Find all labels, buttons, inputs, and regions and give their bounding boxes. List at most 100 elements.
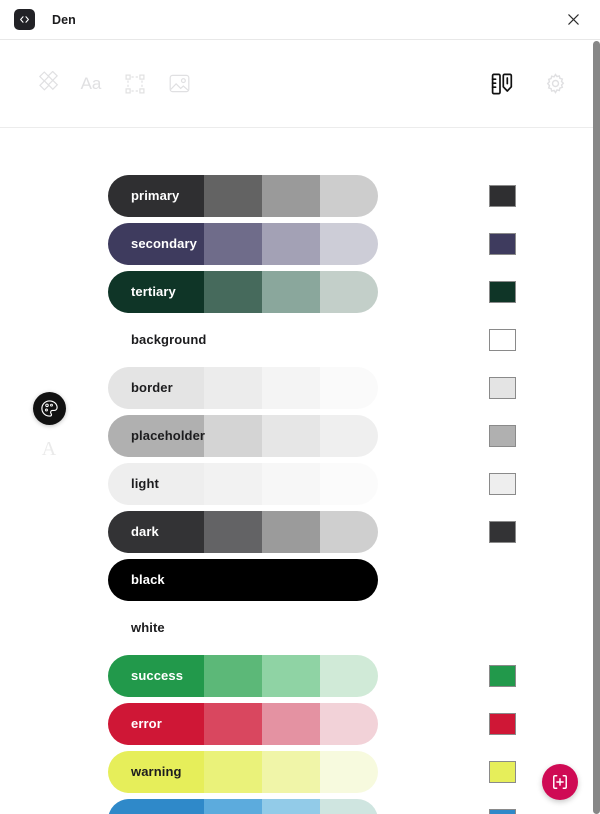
color-shade-swatch[interactable]	[262, 223, 320, 265]
color-shade-swatch[interactable]	[204, 511, 262, 553]
color-shade-swatch[interactable]	[320, 511, 378, 553]
color-shade-swatch[interactable]	[108, 223, 204, 265]
gear-icon[interactable]	[540, 69, 570, 99]
palette-row[interactable]: success	[0, 652, 593, 700]
color-palette-icon[interactable]	[32, 392, 66, 425]
color-preview-swatch[interactable]	[489, 809, 516, 814]
color-ramp[interactable]: primary	[108, 175, 378, 217]
color-shade-swatch[interactable]	[262, 655, 320, 697]
palette-row[interactable]: dark	[0, 508, 593, 556]
color-preview-swatch[interactable]	[489, 713, 516, 735]
color-shade-swatch[interactable]	[204, 799, 262, 814]
color-ramp[interactable]: dark	[108, 511, 378, 553]
palette-row[interactable]: primary	[0, 172, 593, 220]
ruler-pen-icon[interactable]	[488, 69, 518, 99]
color-shade-swatch[interactable]	[320, 271, 378, 313]
color-shade-swatch[interactable]	[320, 655, 378, 697]
color-shade-swatch[interactable]	[320, 415, 378, 457]
color-shade-swatch[interactable]	[320, 367, 378, 409]
color-shade-swatch[interactable]	[108, 607, 378, 649]
color-shade-swatch[interactable]	[108, 175, 204, 217]
color-shade-swatch[interactable]	[204, 271, 262, 313]
color-ramp[interactable]: placeholder	[108, 415, 378, 457]
color-preview-swatch[interactable]	[489, 185, 516, 207]
components-icon[interactable]	[32, 69, 62, 99]
palette-row[interactable]: error	[0, 700, 593, 748]
color-shade-swatch[interactable]	[108, 559, 378, 601]
color-shade-swatch[interactable]	[262, 367, 320, 409]
color-ramp[interactable]: light	[108, 463, 378, 505]
color-shade-swatch[interactable]	[108, 511, 204, 553]
color-shade-swatch[interactable]	[204, 367, 262, 409]
color-preview-swatch[interactable]	[489, 521, 516, 543]
color-shade-swatch[interactable]	[262, 271, 320, 313]
palette-row[interactable]: black	[0, 556, 593, 604]
color-preview-swatch[interactable]	[489, 665, 516, 687]
color-shade-swatch[interactable]	[204, 415, 262, 457]
add-bracket-plus-icon[interactable]	[542, 764, 578, 800]
color-shade-swatch[interactable]	[262, 415, 320, 457]
color-preview-swatch[interactable]	[489, 233, 516, 255]
color-ramp[interactable]: secondary	[108, 223, 378, 265]
color-shade-swatch[interactable]	[320, 223, 378, 265]
color-shade-swatch[interactable]	[108, 703, 204, 745]
color-shade-swatch[interactable]	[262, 799, 320, 814]
color-shade-swatch[interactable]	[108, 415, 204, 457]
palette-row[interactable]: placeholder	[0, 412, 593, 460]
color-preview-swatch[interactable]	[489, 761, 516, 783]
color-shade-swatch[interactable]	[320, 175, 378, 217]
palette-row[interactable]: warning	[0, 748, 593, 796]
color-shade-swatch[interactable]	[108, 799, 204, 814]
frame-icon[interactable]	[120, 69, 150, 99]
color-shade-swatch[interactable]	[320, 751, 378, 793]
typography-rail-button[interactable]: A	[42, 439, 56, 459]
color-ramp[interactable]: background	[108, 319, 378, 361]
scrollbar-thumb[interactable]	[593, 41, 600, 814]
palette-row[interactable]: secondary	[0, 220, 593, 268]
color-shade-swatch[interactable]	[262, 751, 320, 793]
color-shade-swatch[interactable]	[108, 751, 204, 793]
color-ramp[interactable]	[108, 799, 378, 814]
color-shade-swatch[interactable]	[204, 223, 262, 265]
color-ramp[interactable]: white	[108, 607, 378, 649]
color-shade-swatch[interactable]	[204, 751, 262, 793]
color-shade-swatch[interactable]	[108, 319, 204, 361]
palette-row[interactable]: white	[0, 604, 593, 652]
color-shade-swatch[interactable]	[320, 463, 378, 505]
color-ramp[interactable]: tertiary	[108, 271, 378, 313]
color-shade-swatch[interactable]	[204, 463, 262, 505]
color-shade-swatch[interactable]	[262, 319, 320, 361]
color-shade-swatch[interactable]	[204, 655, 262, 697]
color-shade-swatch[interactable]	[262, 175, 320, 217]
color-preview-swatch[interactable]	[489, 473, 516, 495]
color-shade-swatch[interactable]	[262, 703, 320, 745]
color-preview-swatch[interactable]	[489, 425, 516, 447]
color-ramp[interactable]: black	[108, 559, 378, 601]
color-shade-swatch[interactable]	[204, 319, 262, 361]
vertical-scrollbar[interactable]	[593, 41, 600, 814]
color-ramp[interactable]: error	[108, 703, 378, 745]
close-icon[interactable]	[560, 7, 586, 33]
color-shade-swatch[interactable]	[204, 175, 262, 217]
color-shade-swatch[interactable]	[108, 271, 204, 313]
color-shade-swatch[interactable]	[108, 367, 204, 409]
color-preview-swatch[interactable]	[489, 377, 516, 399]
palette-row[interactable]: background	[0, 316, 593, 364]
color-shade-swatch[interactable]	[320, 703, 378, 745]
color-shade-swatch[interactable]	[108, 463, 204, 505]
color-shade-swatch[interactable]	[320, 799, 378, 814]
color-shade-swatch[interactable]	[320, 319, 378, 361]
color-ramp[interactable]: warning	[108, 751, 378, 793]
color-shade-swatch[interactable]	[262, 463, 320, 505]
color-preview-swatch[interactable]	[489, 329, 516, 351]
color-ramp[interactable]: success	[108, 655, 378, 697]
palette-row[interactable]: border	[0, 364, 593, 412]
color-ramp[interactable]: border	[108, 367, 378, 409]
palette-row[interactable]: light	[0, 460, 593, 508]
image-icon[interactable]	[164, 69, 194, 99]
palette-row[interactable]	[0, 796, 593, 814]
palette-row[interactable]: tertiary	[0, 268, 593, 316]
typography-icon[interactable]: Aa	[76, 69, 106, 99]
color-shade-swatch[interactable]	[108, 655, 204, 697]
color-shade-swatch[interactable]	[262, 511, 320, 553]
